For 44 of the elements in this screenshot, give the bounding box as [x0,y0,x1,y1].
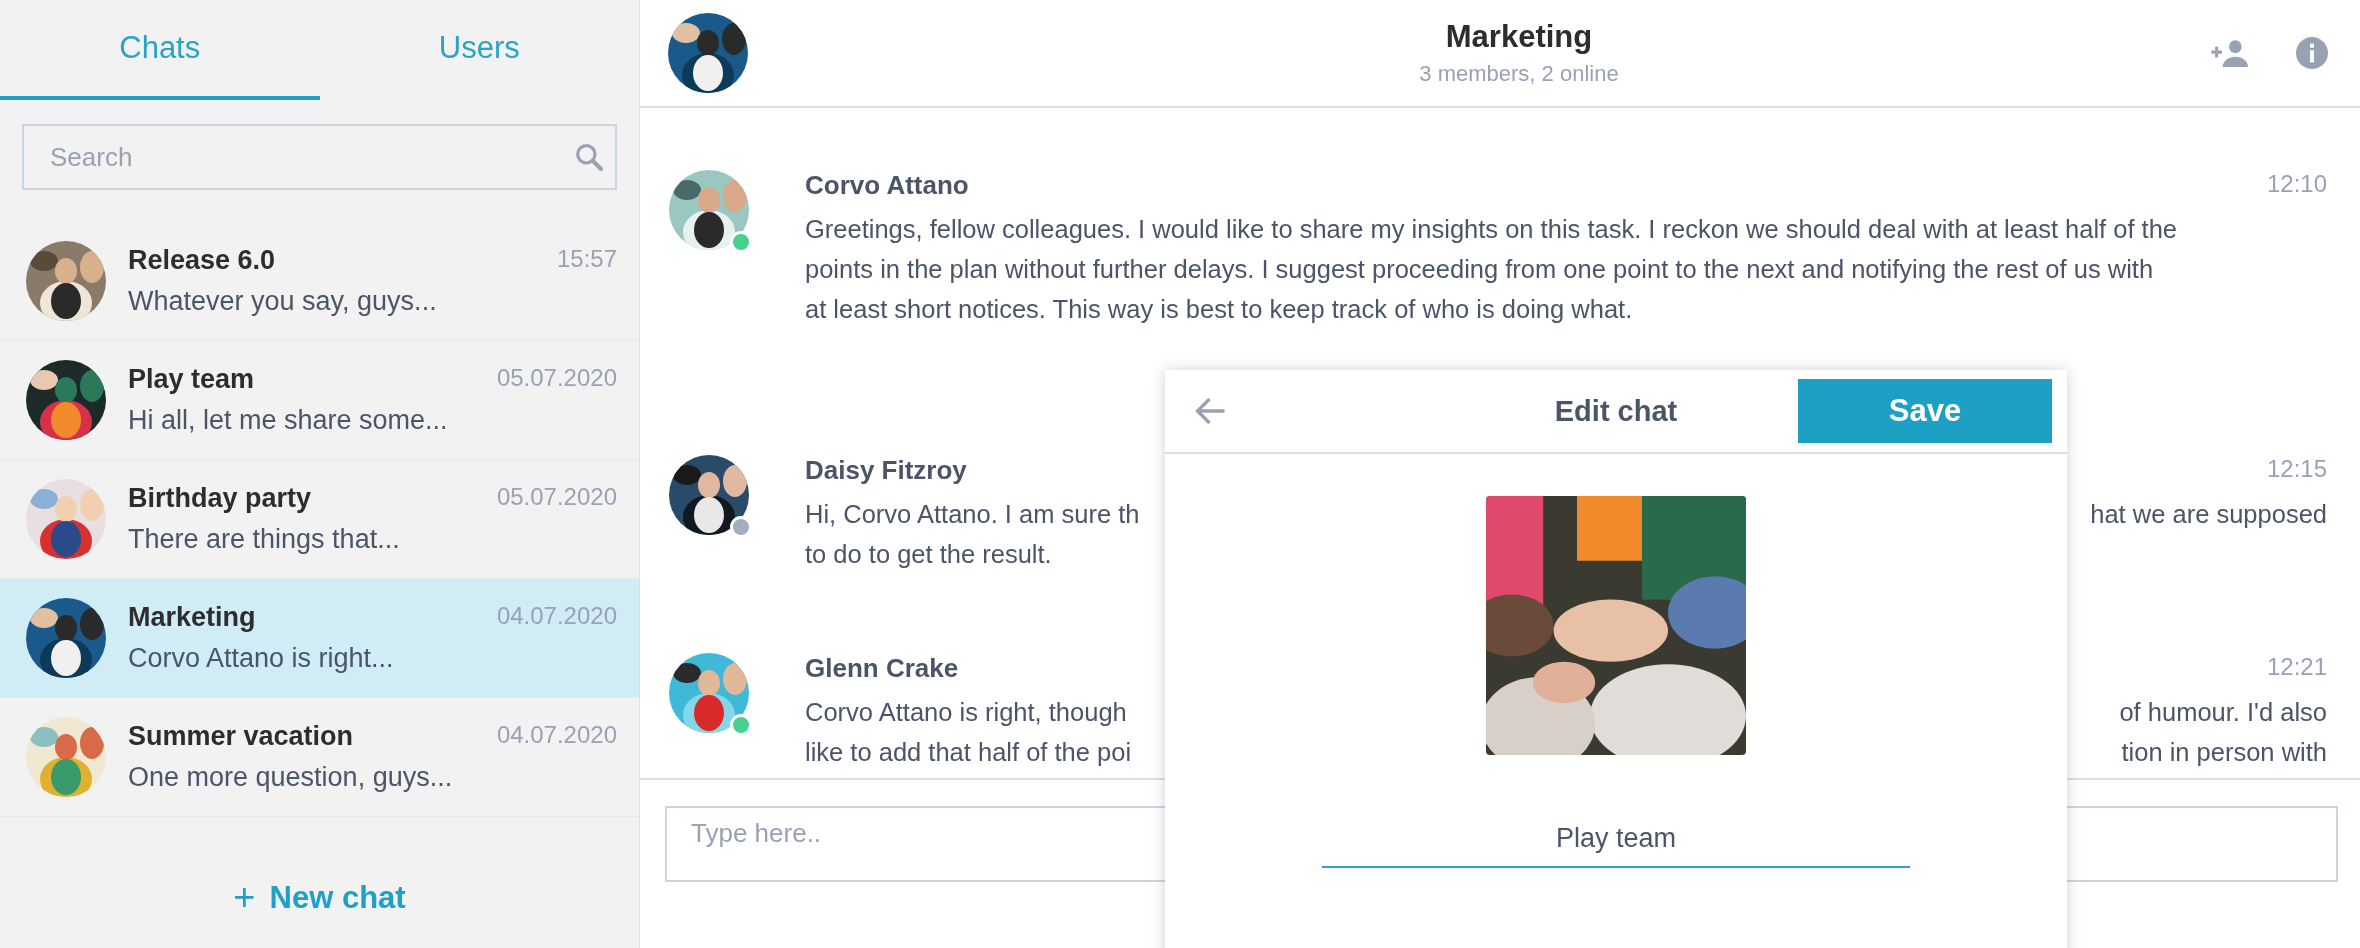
chat-time: 05.07.2020 [496,483,617,512]
message-text: of humour. I'd also [2119,697,2327,728]
message-time: 12:10 [2266,170,2327,199]
chat-name: Play team [128,364,255,395]
message-author: Glenn Crake [805,653,959,684]
chat-item[interactable]: Summer vacation 04.07.2020 One more question, guys... [0,698,639,817]
add-user-icon[interactable] [2210,39,2248,67]
chat-preview: Corvo Attano is right... [128,643,395,674]
message-author: Daisy Fitzroy [805,455,967,486]
message-time: 12:15 [2266,455,2327,484]
chat-time: 15:57 [556,245,617,274]
message-text: hat we are supposed [2090,499,2327,530]
message-text: like to add that half of the poi [805,737,1132,768]
message-text: Corvo Attano is right, though [805,697,1127,728]
message-author: Corvo Attano [805,170,969,201]
chat-preview: One more question, guys... [128,762,454,793]
chat-item[interactable]: Birthday party 05.07.2020 There are things that... [0,460,639,579]
chat-name: Birthday party [128,483,312,514]
dialog-title: Edit chat [1554,394,1678,428]
message-text: Greetings, fellow colleagues. I would like to share my insights on this task. I reckon we should deal with at least half of the [805,214,2178,245]
chat-time: 04.07.2020 [496,602,617,631]
search-field[interactable]: Search [22,124,617,190]
chat-item[interactable]: Play team 05.07.2020 Hi all, let me share some... [0,341,639,460]
message-text: at least short notices. This way is best to keep track of who is doing what. [805,294,1633,325]
chat-time: 05.07.2020 [496,364,617,393]
message-text: to do to get the result. [805,539,1052,570]
chat-name: Summer vacation [128,721,354,752]
message-text: tion in person with [2121,737,2327,768]
message-text: Hi, Corvo Attano. I am sure th [805,499,1140,530]
chat-subtitle: 3 members, 2 online [1419,61,1619,87]
chat-name: Release 6.0 [128,245,276,276]
chat-item[interactable]: Release 6.0 15:57 Whatever you say, guys... [0,222,639,341]
info-icon[interactable] [2296,37,2328,69]
chat-time: 04.07.2020 [496,721,617,750]
chat-name-field[interactable]: Play team [1322,815,1910,868]
search-icon [573,141,605,173]
chat-preview: Hi all, let me share some... [128,405,449,436]
chat-preview: Whatever you say, guys... [128,286,438,317]
message-text: points in the plan without further delays. I suggest proceeding from one point to the next and notifying the rest of us with [805,254,2154,285]
chat-name: Marketing [128,602,256,633]
message-time: 12:21 [2266,653,2327,682]
chat-item[interactable]: Marketing 04.07.2020 Corvo Attano is right... [0,579,639,698]
chat-preview: There are things that... [128,524,401,555]
chat-title: Marketing [1445,19,1593,55]
